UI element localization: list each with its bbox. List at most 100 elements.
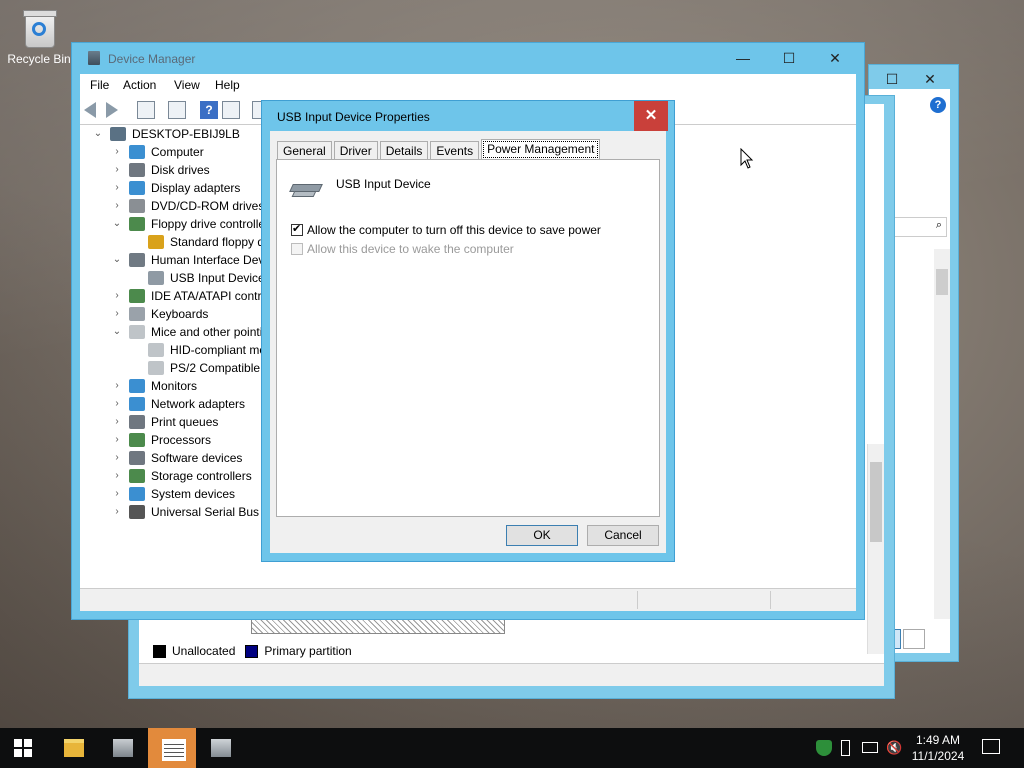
collapse-chevron-icon[interactable]: ⌄ <box>109 251 125 269</box>
taskbar: 🔇 1:49 AM 11/1/2024 <box>0 728 1024 768</box>
menu-action[interactable]: Action <box>123 78 156 92</box>
recycle-bin-icon <box>21 8 57 48</box>
tree-node-label: Disk drives <box>151 163 210 177</box>
tree-node-label: Print queues <box>151 415 219 429</box>
dvd-icon <box>129 199 145 213</box>
action-center-icon[interactable] <box>982 739 1000 754</box>
recycle-bin-shortcut[interactable]: Recycle Bin <box>6 8 72 66</box>
tree-node-label: Processors <box>151 433 212 447</box>
dialog-title: USB Input Device Properties <box>277 110 430 124</box>
show-hide-tree-icon[interactable] <box>137 101 155 119</box>
monitor-icon <box>129 145 145 159</box>
keyboard-icon <box>129 307 145 321</box>
expand-chevron-icon[interactable]: › <box>109 449 125 467</box>
volume-muted-icon[interactable]: 🔇 <box>886 740 902 756</box>
legend-primary-partition: Primary partition <box>264 644 352 658</box>
large-icons-view-icon[interactable] <box>903 629 925 649</box>
tab-events[interactable]: Events <box>430 141 480 160</box>
dialog-title-bar[interactable]: USB Input Device Properties ✕ <box>262 101 674 131</box>
close-button[interactable]: ✕ <box>812 43 858 73</box>
taskbar-file-explorer[interactable] <box>50 728 98 768</box>
tree-node-label: PS/2 Compatible M <box>170 361 274 375</box>
clock-time: 1:49 AM <box>915 733 961 747</box>
expand-chevron-icon[interactable]: › <box>109 179 125 197</box>
taskbar-server-manager[interactable] <box>99 728 147 768</box>
minimize-button[interactable]: — <box>720 43 766 73</box>
unallocated-volume-bar[interactable] <box>251 618 505 634</box>
usb-input-icon <box>148 271 164 285</box>
status-bar <box>139 663 884 686</box>
hid-icon <box>129 253 145 267</box>
ok-button[interactable]: OK <box>506 525 578 546</box>
properties-icon[interactable] <box>168 101 186 119</box>
view-icon[interactable] <box>222 101 240 119</box>
tree-node-label: DESKTOP-EBIJ9LB <box>132 127 240 141</box>
taskbar-device-manager[interactable] <box>197 728 245 768</box>
expand-chevron-icon[interactable]: › <box>109 197 125 215</box>
forward-arrow-icon[interactable] <box>106 102 118 118</box>
expand-chevron-icon[interactable]: › <box>109 395 125 413</box>
menu-bar: File Action View Help <box>80 74 856 96</box>
close-button[interactable]: ✕ <box>634 101 668 131</box>
system-devices-icon <box>129 487 145 501</box>
tab-driver[interactable]: Driver <box>333 141 378 160</box>
expand-chevron-icon[interactable]: › <box>109 305 125 323</box>
device-manager-icon <box>88 51 100 65</box>
start-button[interactable] <box>14 739 32 757</box>
tree-node-label: Storage controllers <box>151 469 252 483</box>
software-device-icon <box>129 451 145 465</box>
expand-chevron-icon[interactable]: › <box>109 503 125 521</box>
system-clock[interactable]: 1:49 AM 11/1/2024 <box>906 732 970 764</box>
ide-icon <box>129 289 145 303</box>
primary-partition-swatch <box>245 644 259 658</box>
collapse-chevron-icon[interactable]: ⌄ <box>109 215 125 233</box>
tree-node-label: IDE ATA/ATAPI controll <box>151 289 274 303</box>
taskbar-computer-management[interactable] <box>148 728 196 768</box>
collapse-chevron-icon[interactable]: ⌄ <box>109 323 125 341</box>
legend-unallocated: Unallocated <box>172 644 236 658</box>
network-icon[interactable] <box>862 742 878 753</box>
help-icon[interactable]: ? <box>200 101 218 119</box>
maximize-button[interactable]: ☐ <box>766 43 812 73</box>
tab-details[interactable]: Details <box>379 141 429 160</box>
expand-chevron-icon[interactable]: › <box>109 287 125 305</box>
tree-node-label: Standard floppy dis <box>170 235 273 249</box>
allow-turn-off-checkbox[interactable] <box>291 222 303 236</box>
expand-chevron-icon[interactable]: › <box>109 485 125 503</box>
expand-chevron-icon[interactable]: › <box>109 161 125 179</box>
tree-node-label: Floppy drive controller <box>151 217 270 231</box>
floppy-controller-icon <box>129 217 145 231</box>
title-bar[interactable]: Device Manager — ☐ ✕ <box>72 43 864 74</box>
expand-chevron-icon[interactable]: › <box>109 467 125 485</box>
tree-node-label: Human Interface Devic <box>151 253 274 267</box>
tree-node-label: HID-compliant mo <box>170 343 267 357</box>
expand-chevron-icon[interactable]: › <box>109 143 125 161</box>
tree-node-label: Computer <box>151 145 204 159</box>
expand-chevron-icon[interactable]: › <box>109 431 125 449</box>
tree-node-label: DVD/CD-ROM drives <box>151 199 265 213</box>
safely-remove-hardware-icon[interactable] <box>841 740 850 756</box>
menu-file[interactable]: File <box>90 78 109 92</box>
menu-help[interactable]: Help <box>215 78 240 92</box>
collapse-chevron-icon[interactable]: ⌄ <box>90 125 106 143</box>
tree-node-label: Universal Serial Bus co <box>151 505 276 519</box>
menu-view[interactable]: View <box>174 78 200 92</box>
cancel-button[interactable]: Cancel <box>587 525 659 546</box>
help-icon[interactable]: ? <box>930 97 946 113</box>
tab-general[interactable]: General <box>277 141 332 160</box>
vertical-scrollbar[interactable] <box>934 249 950 619</box>
expand-chevron-icon[interactable]: › <box>109 413 125 431</box>
allow-turn-off-label[interactable]: Allow the computer to turn off this devi… <box>307 223 601 237</box>
tab-power-management[interactable]: Power Management <box>481 139 601 160</box>
dialog-body: General Driver Details Events Power Mana… <box>270 131 666 553</box>
expand-chevron-icon[interactable]: › <box>109 377 125 395</box>
windows-security-icon[interactable] <box>816 740 832 756</box>
power-management-panel: USB Input Device Allow the computer to t… <box>276 159 660 517</box>
vertical-scrollbar[interactable] <box>867 444 884 654</box>
back-arrow-icon[interactable] <box>84 102 96 118</box>
monitor-icon <box>129 379 145 393</box>
storage-controller-icon <box>129 469 145 483</box>
tree-node-label: Monitors <box>151 379 198 393</box>
usb-input-device-properties-dialog[interactable]: USB Input Device Properties ✕ General Dr… <box>261 100 675 562</box>
recycle-bin-label: Recycle Bin <box>7 52 71 66</box>
